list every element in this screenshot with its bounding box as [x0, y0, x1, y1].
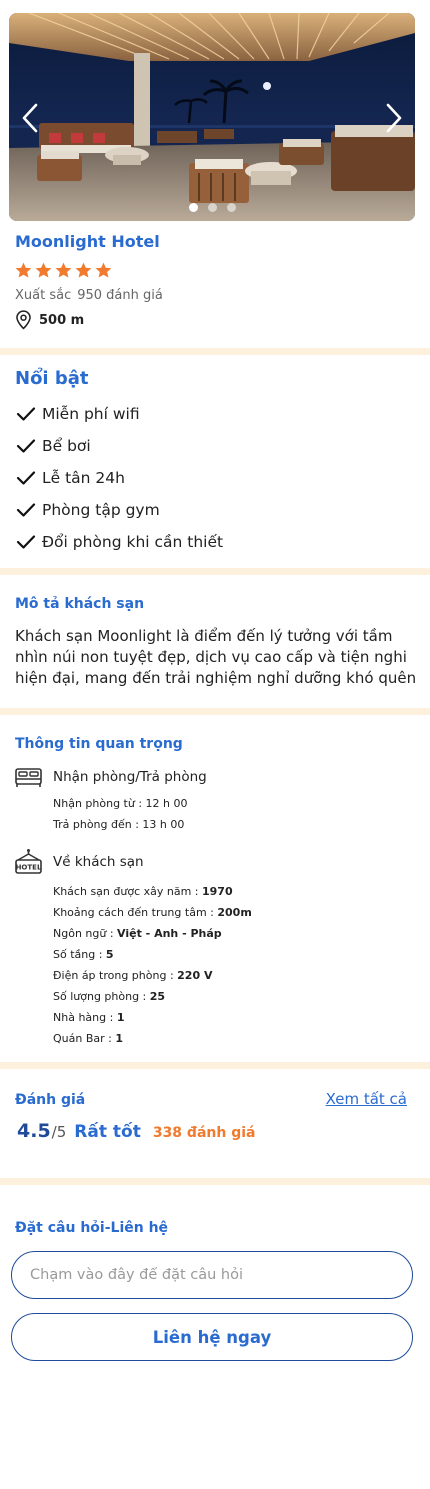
important-info-title: Thông tin quan trọng — [15, 736, 183, 752]
svg-text:HOTEL: HOTEL — [16, 864, 42, 872]
amenity-item: Bể bơi — [16, 430, 223, 462]
reviews-title: Đánh giá — [15, 1092, 86, 1108]
amenity-item: Phòng tập gym — [16, 494, 223, 526]
amenity-label: Miễn phí wifi — [42, 405, 140, 423]
checkin-time: Nhận phòng từ : 12 h 00 — [53, 797, 188, 810]
section-divider — [0, 1062, 430, 1069]
hotel-photo — [9, 13, 415, 221]
amenity-label: Phòng tập gym — [42, 501, 160, 519]
hotel-name: Moonlight Hotel — [15, 232, 160, 251]
review-score: 4.5 /5 Rất tốt 338 đánh giá — [17, 1120, 255, 1142]
carousel-dot[interactable] — [207, 203, 217, 212]
checkin-heading: Nhận phòng/Trả phòng — [53, 769, 207, 785]
score-value: 4.5 — [17, 1120, 51, 1142]
about-hotel-block: HOTEL Về khách sạn Khách sạn được xây nă… — [14, 848, 252, 1049]
score-max: /5 — [51, 1123, 67, 1141]
star-icon — [15, 262, 32, 278]
rating-word: Xuất sắc — [15, 288, 72, 303]
star-icon — [35, 262, 52, 278]
amenity-label: Bể bơi — [42, 437, 91, 455]
amenity-item: Đổi phòng khi cần thiết — [16, 526, 223, 558]
contact-title: Đặt câu hỏi-Liên hệ — [15, 1220, 169, 1236]
hotel-sign-icon: HOTEL — [15, 849, 42, 874]
amenity-label: Đổi phòng khi cần thiết — [42, 533, 224, 551]
checkout-time: Trả phòng đến : 13 h 00 — [53, 818, 185, 831]
description-text: Khách sạn Moonlight là điểm đến lý tưởng… — [15, 627, 417, 687]
checkin-checkout-block: Nhận phòng/Trả phòng Nhận phòng từ : 12 … — [14, 766, 207, 835]
star-icon — [75, 262, 92, 278]
see-all-reviews-link[interactable]: Xem tất cả — [326, 1090, 407, 1108]
distance-value: 500 m — [39, 312, 85, 328]
score-review-count: 338 đánh giá — [152, 1125, 256, 1141]
rating-summary: Xuất sắc 950 đánh giá — [15, 288, 163, 303]
about-line: Nhà hàng : 1 — [53, 1011, 125, 1024]
star-rating — [14, 261, 113, 280]
distance-info: 500 m — [14, 310, 84, 330]
section-divider — [0, 708, 430, 715]
next-photo-button[interactable] — [379, 101, 409, 135]
about-line: Ngôn ngữ : Việt - Anh - Pháp — [53, 927, 222, 940]
checkmark-icon — [16, 535, 36, 549]
carousel-dot[interactable] — [226, 203, 236, 212]
chevron-right-icon — [386, 103, 402, 133]
review-count: 950 đánh giá — [77, 288, 163, 303]
about-line: Số lượng phòng : 25 — [53, 990, 166, 1003]
about-line: Khoảng cách đến trung tâm : 200m — [53, 906, 252, 919]
description-title: Mô tả khách sạn — [15, 596, 145, 612]
checkmark-icon — [16, 503, 36, 517]
about-line: Số tầng : 5 — [53, 948, 114, 961]
chevron-left-icon — [22, 103, 38, 133]
amenity-item: Lễ tân 24h — [16, 462, 223, 494]
section-divider — [0, 568, 430, 575]
checkmark-icon — [16, 407, 36, 421]
amenity-item: Miễn phí wifi — [16, 398, 223, 430]
carousel-indicator — [9, 203, 415, 212]
about-line: Quán Bar : 1 — [53, 1032, 124, 1045]
bed-icon — [15, 768, 42, 787]
question-input[interactable] — [11, 1251, 413, 1299]
hotel-photo-carousel[interactable] — [9, 13, 415, 221]
checkmark-icon — [16, 439, 36, 453]
star-icon — [95, 262, 112, 278]
contact-now-button[interactable]: Liên hệ ngay — [11, 1313, 413, 1361]
about-hotel-heading: Về khách sạn — [53, 854, 144, 870]
amenity-list: Miễn phí wifi Bể bơi Lễ tân 24h Phòng tậ… — [16, 398, 223, 558]
amenity-label: Lễ tân 24h — [42, 469, 125, 487]
about-line: Khách sạn được xây năm : 1970 — [53, 885, 233, 898]
highlights-title: Nổi bật — [15, 368, 89, 389]
star-icon — [55, 262, 72, 278]
section-divider — [0, 348, 430, 355]
section-divider — [0, 1178, 430, 1185]
about-line: Điện áp trong phòng : 220 V — [53, 969, 213, 982]
checkmark-icon — [16, 471, 36, 485]
score-word: Rất tốt — [74, 1122, 141, 1142]
previous-photo-button[interactable] — [15, 101, 45, 135]
location-pin-icon — [16, 310, 31, 330]
carousel-dot[interactable] — [188, 203, 198, 212]
